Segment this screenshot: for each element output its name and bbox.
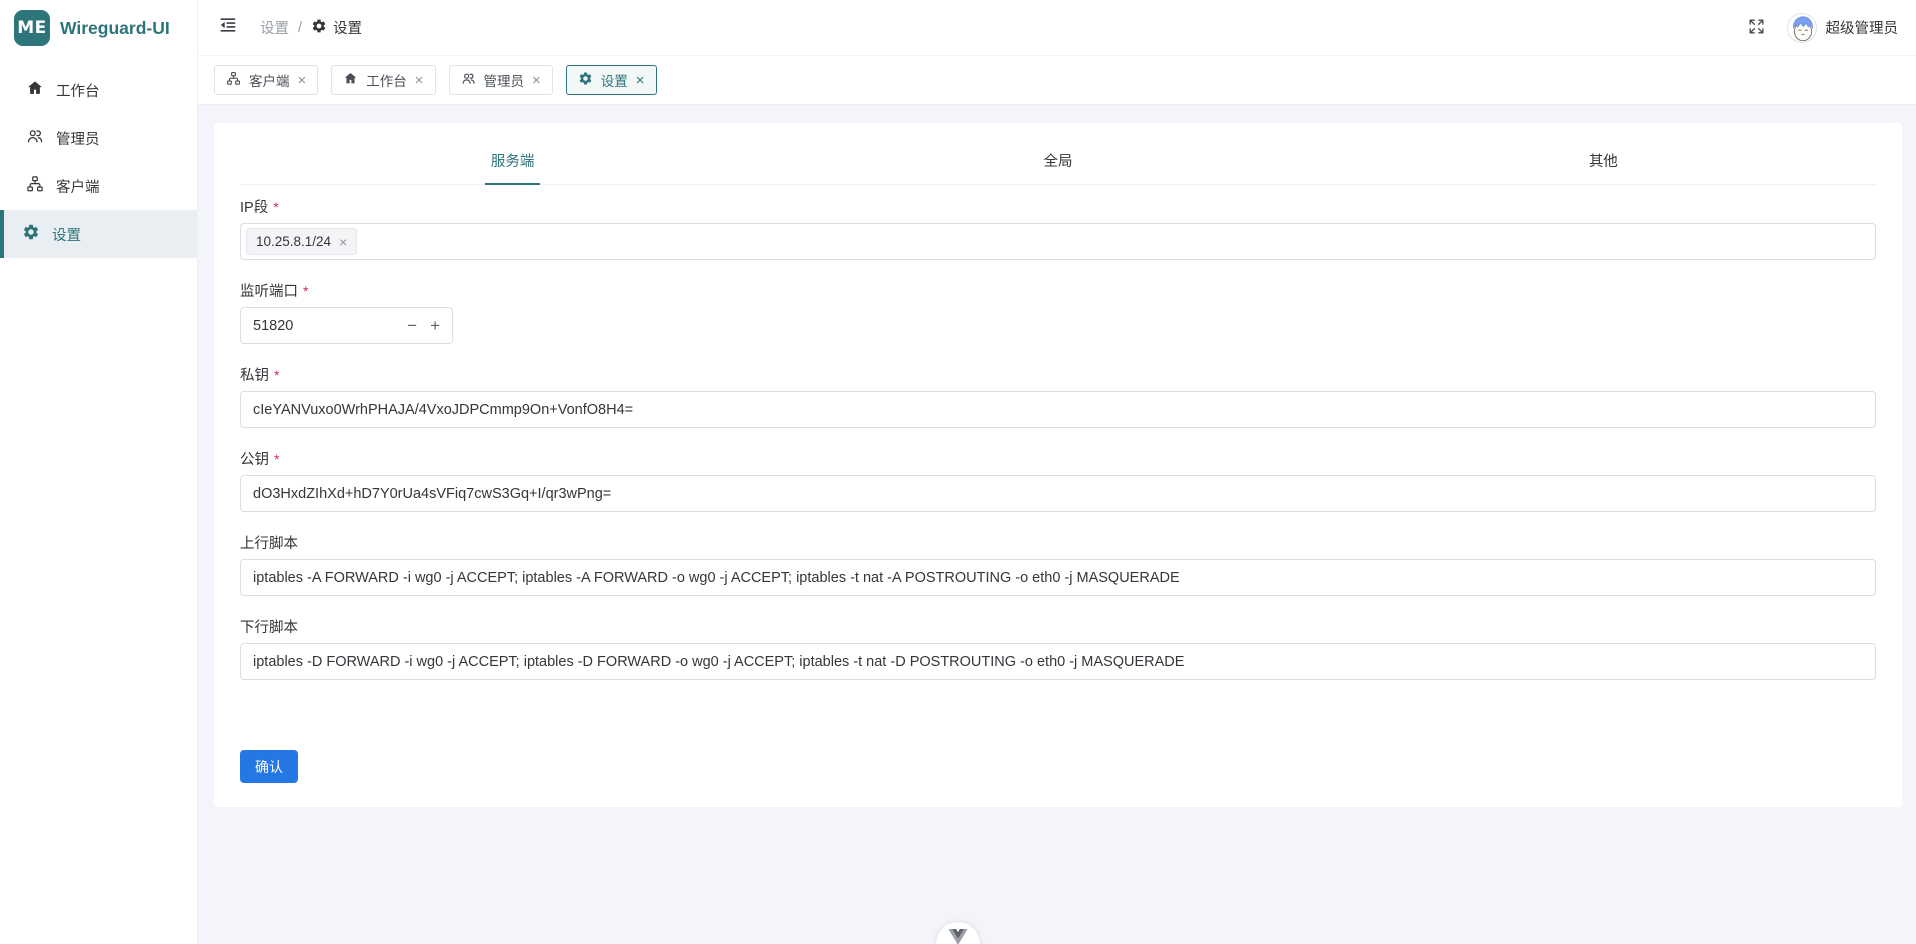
close-icon[interactable]: × [532,73,541,88]
breadcrumb-current[interactable]: 设置 [311,17,362,38]
private-key-input[interactable] [240,391,1876,428]
required-mark: * [274,367,279,383]
confirm-button[interactable]: 确认 [240,750,298,783]
home-icon [343,71,358,89]
private-key-row: 私钥* [240,366,1876,428]
tag-chip-label: 客户端 [249,70,290,90]
port-stepper: − + [407,307,440,344]
sitemap-icon [226,71,241,89]
ip-range-label: IP段* [240,198,1876,215]
tag-chip-label: 管理员 [484,70,525,90]
breadcrumb: 设置 / 设置 [260,17,362,38]
private-key-label: 私钥* [240,366,1876,383]
users-icon [461,71,476,89]
tab-server[interactable]: 服务端 [240,150,785,184]
fullscreen-expand-icon [1747,23,1766,40]
collapse-sidebar-button[interactable] [218,16,242,40]
gear-icon [311,18,327,38]
breadcrumb-parent[interactable]: 设置 [260,17,289,38]
down-script-row: 下行脚本 [240,618,1876,680]
sidebar-item-workbench[interactable]: 工作台 [0,66,197,114]
app-logo: ME Wireguard-UI [0,0,197,56]
down-script-input[interactable] [240,643,1876,680]
close-icon[interactable]: × [636,73,645,88]
tab-other[interactable]: 其他 [1331,150,1876,184]
listen-port-label: 监听端口* [240,282,1876,299]
tag-chip-label: 工作台 [366,70,407,90]
main-column: 设置 / 设置 超级管理员 客户端 × [198,0,1916,944]
sidebar-item-settings[interactable]: 设置 [0,210,197,258]
home-icon [26,79,44,101]
current-user-name[interactable]: 超级管理员 [1826,17,1899,38]
required-mark: * [273,199,278,215]
public-key-input[interactable] [240,475,1876,512]
fullscreen-button[interactable] [1747,17,1769,39]
settings-card: 服务端 全局 其他 IP段* 10.25.8.1/24 × [214,123,1902,807]
close-icon[interactable]: × [298,73,307,88]
tag-close-icon[interactable]: × [339,235,347,249]
required-mark: * [274,451,279,467]
tag-chip-settings[interactable]: 设置 × [566,65,657,95]
sidebar: ME Wireguard-UI 工作台 管理员 客户端 设置 [0,0,198,944]
server-settings-form: IP段* 10.25.8.1/24 × 监听端口* [240,185,1876,783]
up-script-label: 上行脚本 [240,534,1876,551]
gear-icon [22,223,40,245]
avatar[interactable] [1787,13,1817,43]
sitemap-icon [26,175,44,197]
sidebar-menu: 工作台 管理员 客户端 设置 [0,56,197,258]
tagbar: 客户端 × 工作台 × 管理员 × 设置 × [198,56,1916,105]
content-area: 服务端 全局 其他 IP段* 10.25.8.1/24 × [198,105,1916,944]
sidebar-item-label: 管理员 [56,128,100,149]
public-key-label: 公钥* [240,450,1876,467]
minus-icon[interactable]: − [407,317,417,334]
listen-port-row: 监听端口* − + [240,282,1876,344]
settings-tabs: 服务端 全局 其他 [240,123,1876,185]
public-key-row: 公钥* [240,450,1876,512]
logo-icon: ME [14,10,50,46]
sidebar-item-label: 设置 [52,224,81,245]
chevron-down-icon [948,929,968,944]
up-script-input[interactable] [240,559,1876,596]
tab-global[interactable]: 全局 [785,150,1330,184]
sidebar-item-clients[interactable]: 客户端 [0,162,197,210]
sidebar-item-label: 客户端 [56,176,100,197]
tag-chip-admins[interactable]: 管理员 × [449,65,553,95]
gear-icon [578,71,593,89]
ip-range-tag: 10.25.8.1/24 × [246,228,357,255]
breadcrumb-current-label: 设置 [333,17,362,38]
ip-range-input[interactable]: 10.25.8.1/24 × [240,223,1876,260]
close-icon[interactable]: × [415,73,424,88]
down-script-label: 下行脚本 [240,618,1876,635]
tag-chip-clients[interactable]: 客户端 × [214,65,318,95]
sidebar-item-label: 工作台 [56,80,100,101]
up-script-row: 上行脚本 [240,534,1876,596]
ip-range-row: IP段* 10.25.8.1/24 × [240,198,1876,260]
plus-icon[interactable]: + [430,317,440,334]
app-title: Wireguard-UI [60,18,170,39]
indent-collapse-icon [218,15,238,40]
tag-chip-workbench[interactable]: 工作台 × [331,65,435,95]
sidebar-item-admins[interactable]: 管理员 [0,114,197,162]
header: 设置 / 设置 超级管理员 [198,0,1916,56]
breadcrumb-separator: / [298,20,302,36]
required-mark: * [303,283,308,299]
tag-chip-label: 设置 [601,70,628,90]
users-icon [26,127,44,149]
